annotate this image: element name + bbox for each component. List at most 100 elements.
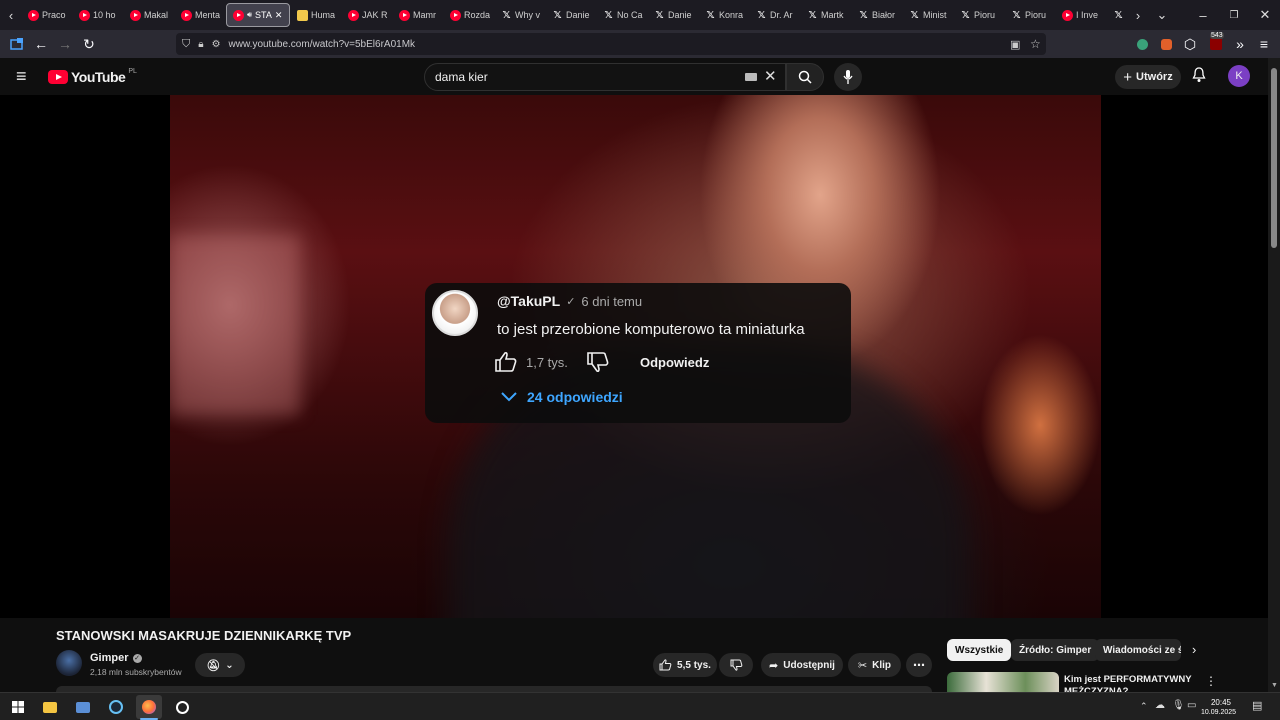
create-button[interactable]: + Utwórz	[1115, 65, 1181, 89]
notifications-center-icon[interactable]: ▤	[1252, 699, 1262, 712]
extension-fox-icon[interactable]	[1154, 32, 1178, 56]
comment-dislike-button[interactable]	[586, 352, 610, 379]
system-clock[interactable]: 20:45 10.09.2025	[1201, 698, 1236, 718]
reader-view-icon[interactable]: ▣	[1010, 38, 1020, 51]
microphone-tray-icon[interactable]: 🎙︎	[1172, 700, 1185, 711]
remote-desktop-icon[interactable]	[70, 695, 96, 719]
tab-scroll-right-icon[interactable]: ›	[1127, 3, 1149, 27]
browser-tab[interactable]: 𝕏 Martk	[801, 3, 851, 27]
extensions-puzzle-icon[interactable]: ⬡	[1178, 32, 1202, 56]
dislike-button[interactable]	[719, 653, 753, 677]
steam-icon[interactable]	[103, 695, 129, 719]
subscribed-notifications-button[interactable]: 🔕︎ ⌄	[195, 653, 245, 677]
windows-start-icon[interactable]	[5, 695, 31, 719]
browser-tab[interactable]: 𝕏	[1107, 3, 1127, 27]
browser-tab[interactable]: 𝕏 Białor	[852, 3, 902, 27]
recommended-video-thumbnail[interactable]	[947, 672, 1059, 692]
browser-tab[interactable]: 𝕏 Danie	[648, 3, 698, 27]
browser-tab[interactable]: 𝕏 No Ca	[597, 3, 647, 27]
bookmark-star-icon[interactable]: ☆	[1030, 37, 1041, 51]
reload-icon[interactable]: ↻	[77, 32, 101, 56]
url-bar[interactable]: ⛉ 🔒︎ ⚙ www.youtube.com/watch?v=5bEl6rA01…	[176, 33, 1046, 55]
notifications-bell-icon[interactable]	[1192, 67, 1206, 86]
search-input[interactable]: dama kier ✕	[424, 63, 786, 91]
like-button[interactable]: 5,5 tys.	[653, 653, 717, 677]
browser-tab-label: Rozda	[464, 10, 491, 20]
tab-list-dropdown-icon[interactable]: ⌄	[1151, 3, 1173, 27]
extension-ublock-icon[interactable]: 543	[1204, 32, 1228, 56]
comment-reply-button[interactable]: Odpowiedz	[640, 355, 709, 370]
share-button[interactable]: ➦ Udostępnij	[761, 653, 843, 677]
overflow-chevrons-icon[interactable]: »	[1228, 32, 1252, 56]
close-window-icon[interactable]: ✕	[1254, 3, 1276, 27]
page-scrollbar[interactable]: ▼	[1268, 58, 1280, 692]
recommended-video-title[interactable]: Kim jest PERFORMATYWNY	[1064, 674, 1192, 685]
onedrive-icon[interactable]: ☁	[1155, 700, 1165, 711]
youtube-icon	[79, 9, 90, 21]
browser-tab-label: Danie	[668, 10, 692, 20]
restore-window-icon[interactable]: ❐	[1223, 3, 1245, 27]
comment-author[interactable]: @TakuPL	[497, 293, 560, 309]
tray-overflow-icon[interactable]: ⌃	[1140, 701, 1148, 712]
network-icon[interactable]: ▭	[1187, 700, 1196, 711]
extension-shield-icon[interactable]	[1130, 32, 1154, 56]
browser-tab[interactable]: 𝕏 Konra	[699, 3, 749, 27]
browser-tab[interactable]: 𝕏 Minist	[903, 3, 953, 27]
browser-tab[interactable]: Praco	[22, 3, 72, 27]
guide-menu-icon[interactable]: ≡	[16, 66, 27, 87]
keyboard-icon[interactable]	[745, 73, 757, 81]
browser-tab[interactable]: 🔊︎ STA ✕	[226, 3, 290, 27]
permissions-icon[interactable]: ⚙	[212, 39, 221, 50]
audio-playing-icon[interactable]: 🔊︎	[247, 10, 252, 20]
more-actions-icon[interactable]: ⋯	[906, 653, 932, 677]
search-button[interactable]	[786, 63, 824, 91]
app-menu-icon[interactable]: ≡	[1252, 32, 1276, 56]
lock-icon[interactable]: 🔒︎	[198, 39, 203, 50]
browser-tab[interactable]: Huma	[291, 3, 341, 27]
scroll-down-arrow-icon[interactable]: ▼	[1271, 682, 1278, 689]
youtube-logo[interactable]: YouTube PL	[48, 68, 137, 85]
chip-all[interactable]: Wszystkie	[947, 639, 1012, 661]
minimize-window-icon[interactable]: –	[1192, 3, 1214, 27]
voice-search-button[interactable]	[834, 63, 862, 91]
browser-tab[interactable]: 𝕏 Danie	[546, 3, 596, 27]
browser-tab-label: I Inve	[1076, 10, 1099, 20]
tab-scroll-left-icon[interactable]: ‹	[0, 3, 22, 27]
comment-like-button[interactable]	[494, 350, 518, 377]
recommended-video-menu-icon[interactable]: ⋮	[1205, 674, 1217, 688]
show-replies-button[interactable]: 24 odpowiedzi	[501, 389, 623, 405]
browser-tab[interactable]: JAK R	[342, 3, 392, 27]
forward-arrow-icon[interactable]: →	[53, 32, 77, 56]
sidebar-toggle-icon[interactable]	[5, 32, 29, 56]
firefox-icon[interactable]	[136, 695, 162, 719]
chip-world-news[interactable]: Wiadomości ze św	[1095, 639, 1181, 661]
back-arrow-icon[interactable]: ←	[29, 32, 53, 56]
channel-name[interactable]: Gimper	[90, 652, 129, 664]
chips-next-icon[interactable]: ›	[1192, 642, 1196, 657]
chip-source-gimper[interactable]: Źródło: Gimper	[1011, 639, 1100, 661]
browser-tab[interactable]: Rozda	[444, 3, 494, 27]
obs-icon[interactable]	[169, 695, 195, 719]
clip-button[interactable]: ✂ Klip	[848, 653, 901, 677]
thumbs-up-icon	[659, 659, 672, 671]
channel-avatar[interactable]	[56, 650, 82, 676]
browser-tab[interactable]: I Inve	[1056, 3, 1106, 27]
video-player[interactable]: @TakuPL ✓ 6 dni temu to jest przerobione…	[0, 95, 1268, 618]
scrollbar-thumb[interactable]	[1271, 68, 1277, 248]
tracking-shield-icon[interactable]: ⛉	[182, 38, 190, 51]
browser-tab[interactable]: 𝕏 Pioru	[954, 3, 1004, 27]
browser-tab[interactable]: 𝕏 Pioru	[1005, 3, 1055, 27]
windows-taskbar: ⌃ ☁ 🎙︎ ▭ 20:45 10.09.2025 ▤	[0, 692, 1280, 720]
browser-tab[interactable]: Mamr	[393, 3, 443, 27]
browser-tab-label: Minist	[923, 10, 947, 20]
browser-tab[interactable]: 𝕏 Why v	[495, 3, 545, 27]
browser-tab[interactable]: 𝕏 Dr. Ar	[750, 3, 800, 27]
browser-tab[interactable]: Menta	[175, 3, 225, 27]
browser-tab[interactable]: 10 ho	[73, 3, 123, 27]
close-tab-icon[interactable]: ✕	[275, 10, 283, 21]
file-explorer-icon[interactable]	[37, 695, 63, 719]
browser-tab[interactable]: Makal	[124, 3, 174, 27]
clear-search-icon[interactable]: ✕	[764, 67, 777, 85]
account-avatar[interactable]: K	[1228, 65, 1250, 87]
comment-author-avatar[interactable]	[432, 290, 478, 336]
